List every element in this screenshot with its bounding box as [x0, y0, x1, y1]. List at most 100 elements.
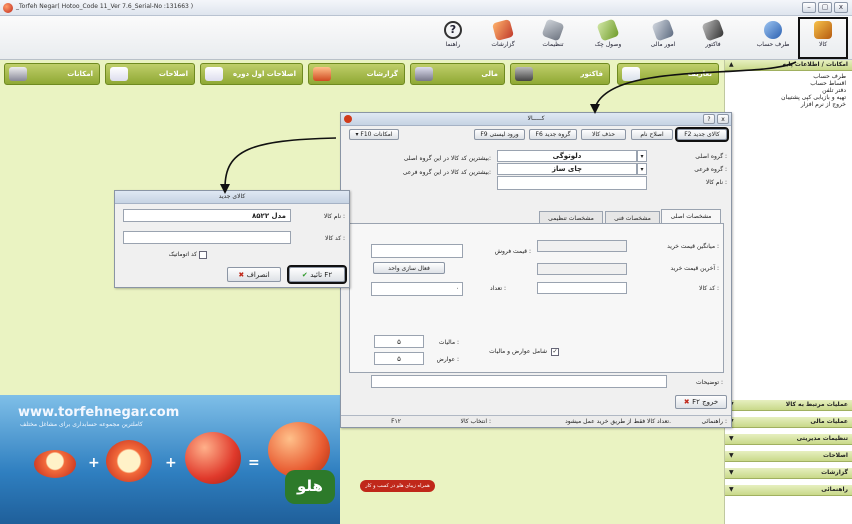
- panel-item-installments[interactable]: اقساط حساب: [725, 80, 852, 87]
- rename-button[interactable]: اصلاح نام: [631, 129, 673, 140]
- menu-definitions[interactable]: تعاریف: [617, 63, 719, 85]
- goods-dialog-titlebar: کـــــالا ? x: [341, 113, 731, 126]
- activate-unit-button[interactable]: فعال سازی واحد: [373, 262, 445, 274]
- include-tax-checkbox[interactable]: ✓: [551, 348, 559, 356]
- minimize-button[interactable]: –: [802, 2, 816, 13]
- tab-main-specs[interactable]: مشخصات اصلی: [661, 209, 721, 223]
- navigation-panel: ▲ امکانات / اطلاعات پایه طرف حساب اقساط …: [724, 60, 852, 524]
- confirm-button[interactable]: ✔ تائید F۲: [287, 265, 347, 284]
- new-group-button[interactable]: F6 گروه جدید: [529, 129, 577, 140]
- report-icon: [491, 18, 515, 42]
- auto-code-checkbox[interactable]: [199, 251, 207, 259]
- panel-item-exit[interactable]: خروج از نرم افزار: [725, 101, 852, 108]
- panel-item-phonebook[interactable]: دفتر تلفن: [725, 87, 852, 94]
- app-icon: [3, 3, 13, 13]
- menu-facilities[interactable]: امکانات: [4, 63, 100, 85]
- product-logo: هلو: [285, 470, 335, 504]
- close-x-icon: ✖: [238, 271, 247, 279]
- tab-settings-specs[interactable]: مشخصات تنظیمی: [539, 211, 603, 223]
- sub-group-label: گروه فرعی :: [694, 166, 727, 173]
- tab-technical-specs[interactable]: مشخصات فنی: [605, 211, 660, 223]
- product-tagline: همراه زیبای هلو در کسب و کار: [360, 480, 435, 492]
- invoice-menu-icon: [515, 67, 533, 81]
- goods-dialog: کـــــالا ? x F2 کالای جدید اصلاح نام حذ…: [340, 112, 732, 428]
- ribbon-toolbar: کالا طرف حساب فاکتور امور مالی وصول چک ت…: [0, 16, 852, 60]
- list-import-button[interactable]: F9 ورود لیستی: [474, 129, 525, 140]
- menu-reports[interactable]: گزارشات: [308, 63, 405, 85]
- ribbon-help-button[interactable]: ? راهنما: [430, 19, 476, 57]
- finance-menu-icon: [415, 67, 433, 81]
- close-button[interactable]: x: [834, 2, 848, 13]
- dialog-close-button[interactable]: x: [717, 114, 729, 124]
- sub-group-dropdown-icon[interactable]: ▾: [637, 163, 647, 175]
- panel-section-goods[interactable]: ▼عملیات مرتبط به کالا: [725, 400, 852, 411]
- sell-price-label: قیمت فروش :: [494, 248, 531, 255]
- app-icon: [344, 115, 352, 123]
- plus-sign: +: [88, 455, 100, 471]
- sub-group-field[interactable]: چای ساز: [497, 163, 637, 175]
- peach-slice-image: [106, 440, 152, 482]
- expand-arrow-icon: ▼: [729, 435, 734, 442]
- menu-invoice[interactable]: فاکتور: [510, 63, 610, 85]
- duty-input[interactable]: ۵: [374, 352, 424, 365]
- sell-price-input[interactable]: [371, 244, 463, 258]
- ribbon-reports-button[interactable]: گزارشات: [480, 18, 526, 57]
- dialog-help-button[interactable]: ?: [703, 114, 715, 124]
- delete-goods-button[interactable]: حذف کالا: [581, 129, 626, 140]
- goods-code-field[interactable]: [537, 282, 627, 294]
- include-tax-label: شامل عوارض و مالیات: [489, 348, 547, 355]
- cancel-button[interactable]: ✖ انصراف: [227, 267, 281, 282]
- exit-button[interactable]: ✖ F۲ خروج: [675, 395, 727, 409]
- maximize-button[interactable]: ▢: [818, 2, 832, 13]
- ribbon-account-button[interactable]: طرف حساب: [750, 19, 796, 57]
- main-group-field[interactable]: دلوتوگی: [497, 150, 637, 162]
- goods-code-label: کد کالا :: [699, 285, 719, 292]
- new-goods-name-input[interactable]: مدل ۸۵۲۲: [123, 209, 291, 222]
- opening-corrections-icon: [205, 67, 223, 81]
- reports-menu-icon: [313, 67, 331, 81]
- finance-icon: [651, 18, 675, 42]
- panel-section-help[interactable]: ▼ راهنمائی: [725, 485, 852, 496]
- status-hint-label: راهنمائی :: [701, 418, 727, 425]
- notes-input[interactable]: [371, 375, 667, 388]
- panel-item-account[interactable]: طرف حساب: [725, 73, 852, 80]
- tax-input[interactable]: ۵: [374, 335, 424, 348]
- cheque-icon: [596, 18, 620, 42]
- collapse-arrow-icon: ▲: [729, 61, 734, 68]
- peach-half-image: [34, 450, 76, 478]
- panel-header[interactable]: ▲ امکانات / اطلاعات پایه: [725, 60, 852, 71]
- panel-section-reports[interactable]: ▼ گزارشات: [725, 468, 852, 479]
- ribbon-finance-button[interactable]: امور مالی: [640, 18, 686, 57]
- panel-item-backup[interactable]: تهیه و بازیابی کپی پشتیبان: [725, 94, 852, 101]
- facilities-dropdown-button[interactable]: ▾ F10 امکانات: [349, 129, 399, 140]
- goods-name-list[interactable]: [497, 176, 647, 190]
- panel-section-finance[interactable]: ▼عملیات مالی: [725, 417, 852, 428]
- main-group-dropdown-icon[interactable]: ▾: [637, 150, 647, 162]
- box-icon: [814, 21, 832, 39]
- duty-label: عوارض :: [436, 356, 459, 363]
- ribbon-cheque-button[interactable]: وصول چک: [585, 18, 631, 57]
- panel-section-corrections[interactable]: ▼ اصلاحات: [725, 451, 852, 462]
- arrow-to-new-goods-dialog: [224, 137, 337, 189]
- last-buy-price-field: [537, 263, 627, 275]
- ribbon-goods-button[interactable]: کالا: [798, 17, 848, 59]
- count-field: ۰: [371, 282, 463, 296]
- tax-label: مالیات :: [438, 339, 459, 346]
- new-goods-button[interactable]: F2 کالای جدید: [675, 127, 729, 142]
- new-goods-dialog: کالای جدید نام کالا : مدل ۸۵۲۲ کد کالا :…: [114, 190, 350, 288]
- new-goods-dialog-titlebar: کالای جدید: [115, 191, 349, 204]
- panel-section-management[interactable]: ▼ تنظیمات مدیریتی: [725, 434, 852, 445]
- ribbon-invoice-button[interactable]: فاکتور: [690, 18, 736, 57]
- notes-label: توضیحات :: [696, 379, 723, 386]
- expand-arrow-icon: ▼: [729, 469, 734, 476]
- ribbon-settings-button[interactable]: تنظیمات: [530, 18, 576, 57]
- status-bar: راهنمائی : تعداد کالا فقط از طریق خرید ع…: [341, 415, 731, 427]
- max-code-sub-label: بیشترین کد کالا در این گروه فرعی:: [402, 169, 491, 176]
- goods-name-label: نام کالا :: [705, 179, 727, 186]
- new-goods-code-label: کد کالا :: [325, 235, 345, 242]
- new-goods-code-input[interactable]: [123, 231, 291, 244]
- menu-corrections[interactable]: اصلاحات: [105, 63, 195, 85]
- menu-finance[interactable]: مالی: [410, 63, 505, 85]
- menu-opening-corrections[interactable]: اصلاحات اول دوره: [200, 63, 303, 85]
- peach-whole-image: [185, 432, 241, 484]
